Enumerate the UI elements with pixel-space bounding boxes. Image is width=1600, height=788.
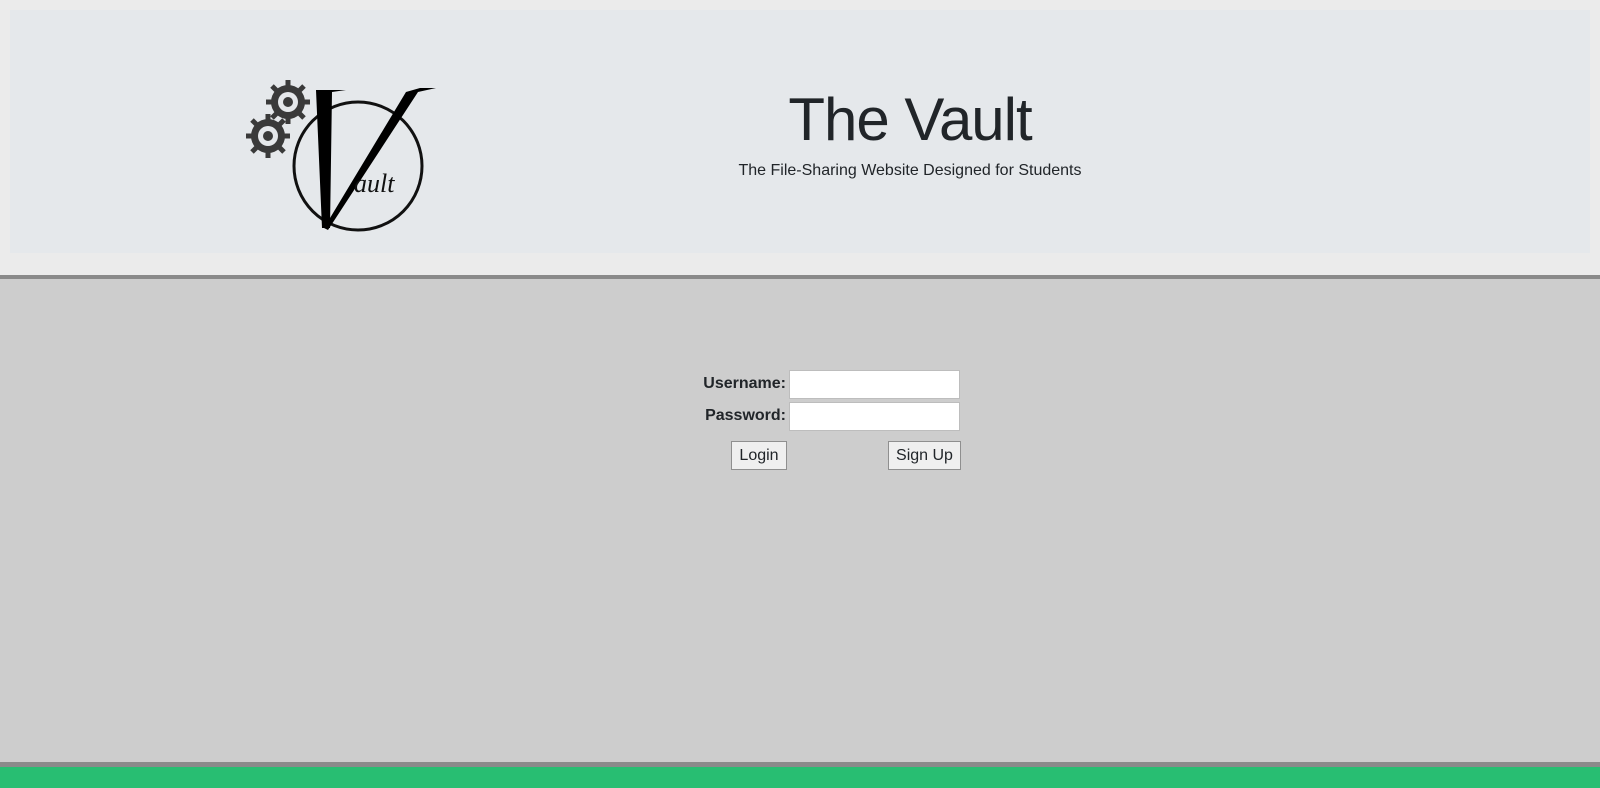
password-label: Password: bbox=[705, 407, 786, 424]
header: ault The Vault The File-Sharing Website … bbox=[0, 0, 1600, 275]
sign-up-button[interactable]: Sign Up bbox=[888, 441, 961, 470]
username-label: Username: bbox=[703, 375, 786, 392]
main-content: Username: Password: Login Sign Up bbox=[0, 279, 1600, 762]
page: ault The Vault The File-Sharing Website … bbox=[0, 0, 1600, 788]
vault-logo: ault bbox=[246, 80, 436, 232]
page-subtitle: The File-Sharing Website Designed for St… bbox=[738, 162, 1082, 179]
footer-bar bbox=[0, 767, 1600, 788]
password-input[interactable] bbox=[789, 402, 960, 431]
username-input[interactable] bbox=[789, 370, 960, 399]
login-button[interactable]: Login bbox=[731, 441, 787, 470]
jumbotron: ault The Vault The File-Sharing Website … bbox=[10, 10, 1590, 253]
gear-icon bbox=[246, 114, 290, 158]
title-block: The Vault The File-Sharing Website Desig… bbox=[610, 80, 1210, 180]
svg-text:ault: ault bbox=[354, 169, 395, 198]
page-title: The Vault bbox=[788, 86, 1032, 153]
gear-icon bbox=[266, 80, 310, 124]
